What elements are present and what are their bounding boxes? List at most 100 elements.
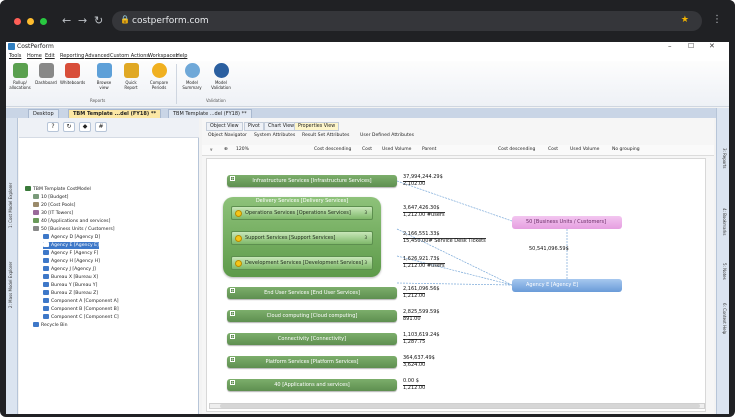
dashboard-label: Dashboard [35,80,57,85]
used-volume-toggle[interactable]: Used Volume [382,147,411,152]
dashboard-button[interactable]: Dashboard [34,63,58,97]
expand-icon[interactable]: + [230,311,235,316]
menu-home[interactable]: Home [27,53,42,59]
tree-grid-icon[interactable]: # [95,122,107,132]
operations-services-node[interactable]: Operations Services [Operations Services… [231,206,373,220]
close-window-button[interactable] [14,18,21,25]
menu-edit[interactable]: Edit [45,53,55,59]
applications-services-node[interactable]: +40 [Applications and services] [227,379,397,391]
parent-button[interactable]: Parent [422,147,436,152]
zoom-level[interactable]: 120% [236,147,249,152]
tree-item-it-towers[interactable]: 30 [IT Towers] [33,210,73,217]
tab-properties-view[interactable]: Properties View [294,122,340,131]
tree-agency-d[interactable]: Agency D [Agency D] [43,234,100,241]
cost-toggle-right[interactable]: Cost [548,147,558,152]
end-user-services-node[interactable]: + End User Services [End User Services] [227,287,397,299]
cost-model-explorer-tab[interactable]: 1: Cost Model Explorer [8,183,13,228]
infrastructure-services-node[interactable]: + Infrastructure Services [Infrastructure… [227,175,397,187]
menu-workspaces[interactable]: Workspaces [148,53,178,59]
maximize-window-button[interactable] [40,18,47,25]
rollup-allocations-button[interactable]: Rollup/ allocations [8,63,32,97]
tab-tbm-template[interactable]: TBM Template ...del (FY18) ** [168,109,252,118]
support-services-node[interactable]: Support Services [Support Services] 3 [231,231,373,245]
notes-tab[interactable]: 5: Notes [722,263,727,280]
menu-advanced[interactable]: Advanced [85,53,110,59]
tree-root[interactable]: TBM Template CostModel [25,186,91,193]
bookmark-star-icon[interactable]: ★ [681,15,689,25]
reload-icon[interactable]: ↻ [94,14,103,28]
app-minimize-button[interactable]: – [668,42,672,50]
tree-component-b[interactable]: Component B [Component B] [43,306,119,313]
tab-object-navigator[interactable]: Object Navigator [208,133,247,138]
cloud-computing-node[interactable]: + Cloud computing [Cloud computing] [227,310,397,322]
expand-icon[interactable]: + [230,334,235,339]
tree-item-budget[interactable]: 10 [Budget] [33,194,68,201]
tree-tool-icon[interactable]: ◆ [79,122,91,132]
business-units-node[interactable]: 50 [Business Units / Customers] [512,216,622,229]
reports-tab[interactable]: 3: Reports [722,148,727,169]
used-volume-toggle-right[interactable]: Used Volume [570,147,599,152]
expand-icon[interactable]: + [230,380,235,385]
tab-object-view[interactable]: Object View [206,122,243,131]
tree-item-business-units[interactable]: 50 [Business Units / Customers] [33,226,115,233]
tree-refresh-icon[interactable]: ↻ [63,122,75,132]
tab-system-attributes[interactable]: System Attributes [254,133,295,138]
tree-agency-e[interactable]: Agency E [Agency E] [43,242,99,249]
menu-tools[interactable]: Tools [9,53,21,59]
tab-tbm-template-active[interactable]: TBM Template ...del (FY18) ** [68,109,162,118]
expand-icon[interactable]: + [230,288,235,293]
tree-recycle-bin[interactable]: Recycle Bin [33,322,67,329]
app-close-button[interactable]: ✕ [709,42,715,50]
scrollbar-thumb[interactable] [220,404,700,408]
bookmarks-tab[interactable]: 4: Bookmarks [722,208,727,236]
context-help-tab[interactable]: 6: Context Help [722,303,727,334]
tree-component-a[interactable]: Component A [Component A] [43,298,119,305]
tree-help-icon[interactable]: ? [47,122,59,132]
zoom-icon[interactable]: ⊕ [224,147,228,152]
back-arrow-icon[interactable]: ← [62,14,71,28]
horizontal-scrollbar[interactable] [209,403,705,409]
mass-model-explorer-tab[interactable]: 2: Mass Model Explorer [8,262,13,308]
menu-help[interactable]: Help [176,53,187,59]
tab-desktop[interactable]: Desktop [28,109,59,118]
tree-bureau-y[interactable]: Bureau Y [Bureau Y] [43,282,97,289]
agency-e-node[interactable]: Agency E [Agency E] [512,279,622,292]
compare-periods-button[interactable]: Compare Periods [147,63,171,97]
browser-menu-icon[interactable]: ⋮ [712,14,722,25]
end-user-values: 2,161,096.56$ 1,212.00 [403,286,440,299]
tab-user-defined-attributes[interactable]: User Defined Attributes [360,133,414,138]
forward-arrow-icon[interactable]: → [78,14,87,28]
tree-bureau-z[interactable]: Bureau Z [Bureau Z] [43,290,98,297]
tree-component-c[interactable]: Component C [Component C] [43,314,119,321]
tree-agency-f[interactable]: Agency F [Agency F] [43,250,98,257]
cost-toggle[interactable]: Cost [362,147,372,152]
tab-result-set-attributes[interactable]: Result Set Attributes [302,133,349,138]
tree-item-applications[interactable]: 40 [Applications and services] [33,218,110,225]
delivery-services-group[interactable]: Delivery Services [Delivery Services] Op… [223,197,381,277]
minimize-window-button[interactable] [27,18,34,25]
grouping-select[interactable]: No grouping [612,147,640,152]
expand-icon[interactable]: + [230,357,235,362]
tree-agency-h[interactable]: Agency H [Agency H] [43,258,100,265]
quick-report-button[interactable]: Quick Report [119,63,143,97]
sort-cost-descending[interactable]: Cost descending [314,147,351,152]
menu-custom-actions[interactable]: Custom Actions [110,53,149,59]
tree-bureau-x[interactable]: Bureau X [Bureau X] [43,274,98,281]
tab-chart-view[interactable]: Chart View [264,122,299,131]
browse-view-button[interactable]: Browse view [92,63,116,97]
menu-reporting[interactable]: Reporting [60,53,84,59]
tab-pivot[interactable]: Pivot [244,122,264,131]
model-summary-button[interactable]: Model Summary [180,63,204,97]
development-services-node[interactable]: Development Services [Development Servic… [231,256,373,270]
expand-icon[interactable]: + [230,176,235,181]
address-bar[interactable]: 🔒 costperform.com ★ [112,11,702,31]
collapse-icon[interactable]: ⩔ [210,147,213,153]
tree-item-cost-pools[interactable]: 20 [Cost Pools] [33,202,75,209]
sort-cost-descending-right[interactable]: Cost descending [498,147,535,152]
connectivity-node[interactable]: + Connectivity [Connectivity] [227,333,397,345]
tree-agency-j[interactable]: Agency J [Agency J] [43,266,96,273]
app-maximize-button[interactable]: ☐ [688,42,694,50]
platform-services-node[interactable]: + Platform Services [Platform Services] [227,356,397,368]
model-validation-button[interactable]: Model Validation [209,63,233,97]
whiteboards-button[interactable]: Whiteboards [60,63,85,97]
